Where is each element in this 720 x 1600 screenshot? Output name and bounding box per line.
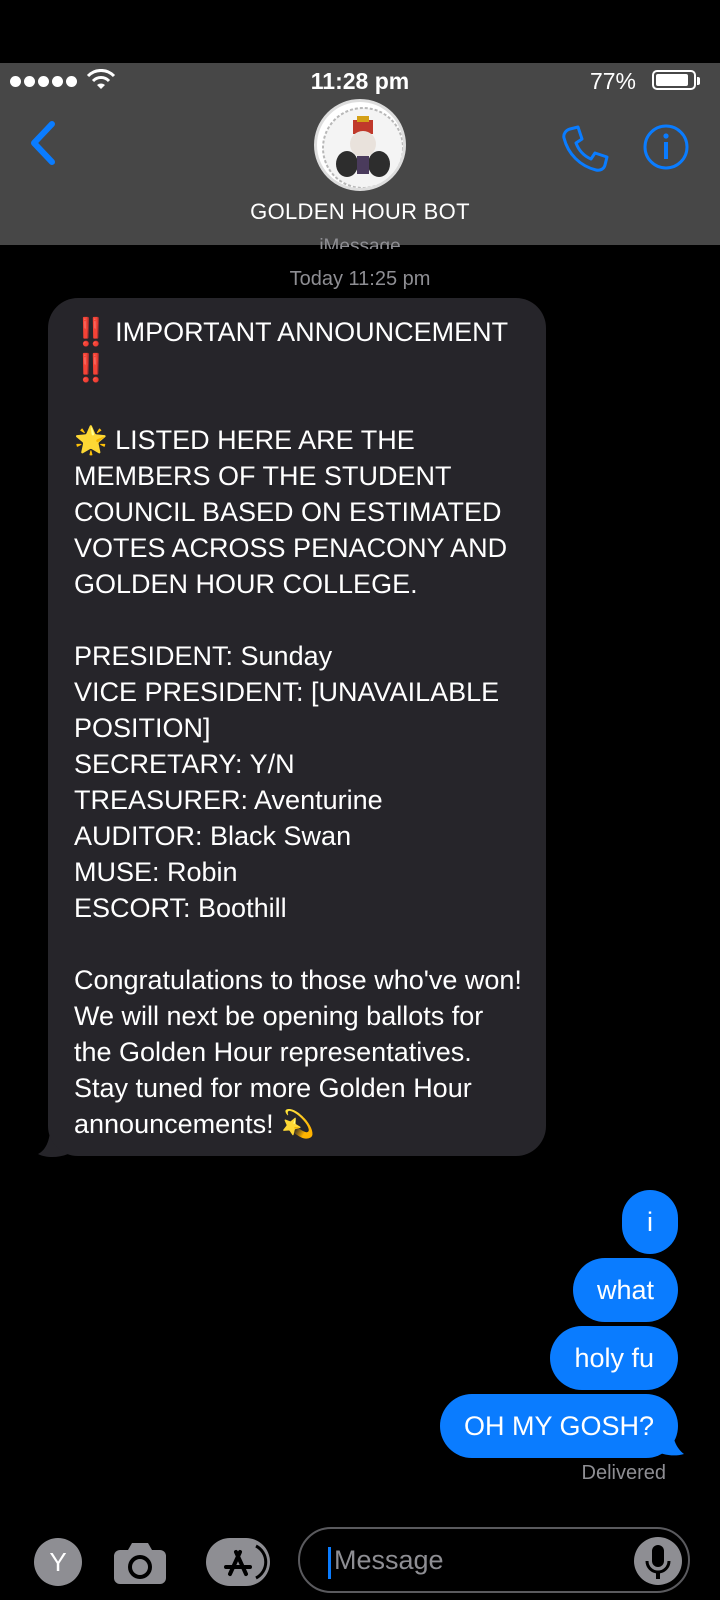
roster-line: TREASURER: Aventurine (74, 785, 383, 815)
roster-line: ESCORT: Boothill (74, 893, 287, 923)
message-timestamp: Today 11:25 pm (289, 268, 431, 290)
user-avatar-button[interactable]: Y (34, 1538, 82, 1586)
outgoing-message-bubble[interactable]: what (572, 1258, 678, 1322)
contact-avatar[interactable] (314, 99, 406, 191)
roster-line: VICE PRESIDENT: [UNAVAILABLE POSITION] (74, 677, 500, 743)
contact-name[interactable]: GOLDEN HOUR BOT (0, 199, 720, 225)
roster-line: SECRETARY: Y/N (74, 749, 295, 779)
roster-line: PRESIDENT: Sunday (74, 641, 333, 671)
battery-percentage: 77% (589, 68, 636, 94)
info-icon[interactable] (642, 123, 690, 171)
app-store-glyph (224, 1544, 268, 1580)
outgoing-message-bubble[interactable]: i (622, 1190, 678, 1254)
service-label: iMessage (319, 236, 401, 249)
text-cursor (328, 1547, 331, 1579)
announcement-intro: 🌟 LISTED HERE ARE THE MEMBERS OF THE STU… (74, 425, 515, 599)
microphone-button[interactable] (634, 1537, 682, 1585)
conversation-header: 11:28 pm 77% GOLDEN HOUR BOT (0, 63, 720, 245)
avatar-image (322, 107, 403, 188)
roster-line: AUDITOR: Black Swan (74, 821, 352, 851)
message-input-bar: Y Message (0, 1518, 720, 1600)
back-button[interactable] (24, 118, 64, 168)
roster-line: MUSE: Robin (74, 857, 238, 887)
phone-call-icon[interactable] (560, 123, 610, 173)
outgoing-messages: i what holy fu OH MY GOSH? (439, 1190, 678, 1458)
battery-icon (652, 70, 700, 90)
app-store-icon[interactable] (206, 1538, 270, 1586)
message-input-placeholder: Message (334, 1545, 444, 1575)
announcement-closing: Congratulations to those who've won! We … (74, 965, 530, 1139)
incoming-message-bubble[interactable]: ‼️ IMPORTANT ANNOUNCEMENT ‼️ 🌟 LISTED HE… (48, 298, 546, 1156)
status-bar: 11:28 pm 77% (0, 63, 720, 99)
delivery-status: Delivered (581, 1462, 666, 1484)
microphone-icon (645, 1545, 671, 1579)
outgoing-message-bubble[interactable]: holy fu (550, 1326, 678, 1390)
camera-icon[interactable] (112, 1540, 168, 1586)
message-input[interactable]: Message (298, 1527, 690, 1593)
outgoing-message-bubble[interactable]: OH MY GOSH? (439, 1394, 678, 1458)
announcement-heading: ‼️ IMPORTANT ANNOUNCEMENT ‼️ (74, 317, 516, 383)
outgoing-bubble-tail (654, 1424, 684, 1456)
